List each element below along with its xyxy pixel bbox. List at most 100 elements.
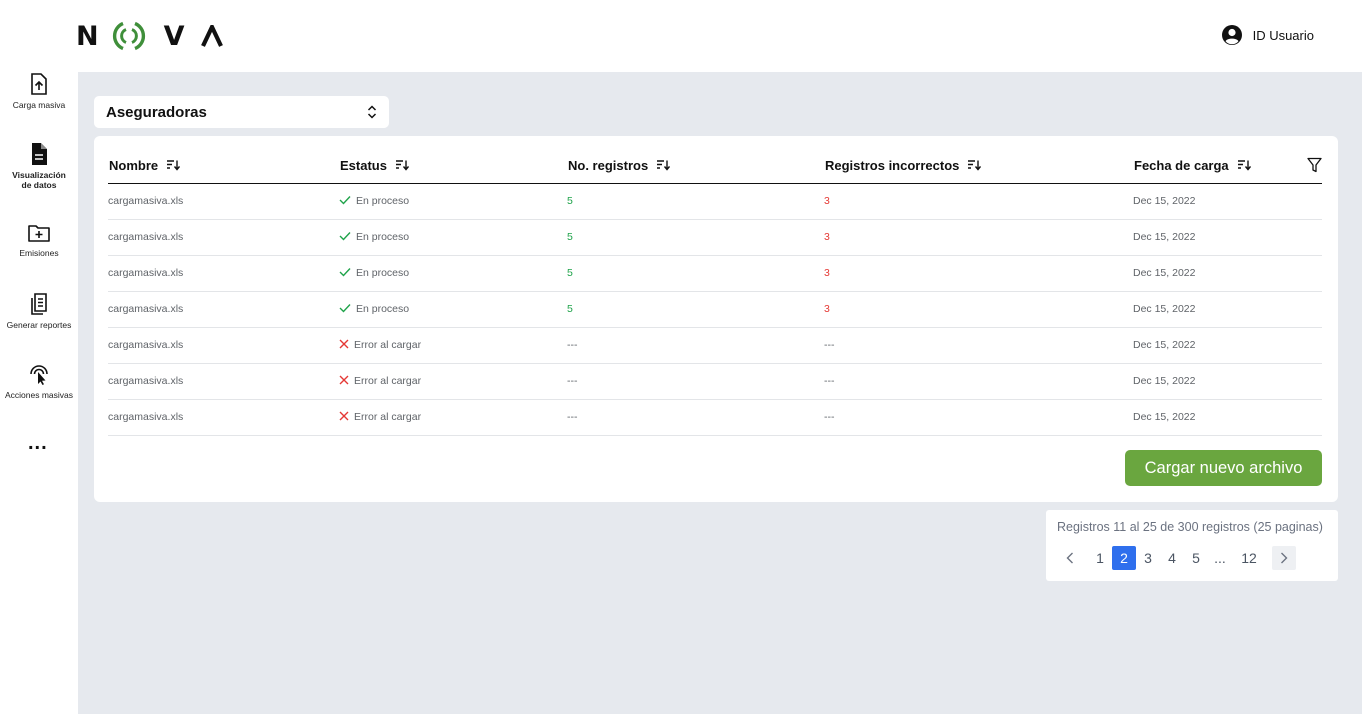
column-header-registros-incorrectos[interactable]: Registros incorrectos <box>824 150 1133 184</box>
file-name-cell: cargamasiva.xls <box>108 255 339 292</box>
upload-date-cell: Dec 15, 2022 <box>1133 363 1282 400</box>
sidebar-item-emisiones[interactable]: Emisiones <box>0 222 78 258</box>
status-cell: En proceso <box>339 291 567 328</box>
user-id-label: ID Usuario <box>1252 27 1314 43</box>
table-row[interactable]: cargamasiva.xls Error al cargar --- --- Dec … <box>108 363 1322 400</box>
status-cell: Error al cargar <box>339 327 567 364</box>
column-header-nombre[interactable]: Nombre <box>108 150 339 184</box>
sort-icon[interactable] <box>166 159 181 174</box>
user-menu[interactable]: ID Usuario <box>1221 24 1314 46</box>
row-spacer <box>1282 363 1322 400</box>
sidebar-item-generar-reportes[interactable]: Generar reportes <box>0 292 78 330</box>
incorrect-records-cell: --- <box>824 363 1133 400</box>
status-cell: En proceso <box>339 183 567 220</box>
status-label: En proceso <box>356 303 410 315</box>
sort-icon[interactable] <box>1237 159 1251 174</box>
row-spacer <box>1282 291 1322 328</box>
sort-icon[interactable] <box>656 159 671 174</box>
logo-lambda-icon <box>200 25 223 47</box>
error-x-icon <box>339 375 349 388</box>
records-cell: --- <box>567 399 824 436</box>
file-name-cell: cargamasiva.xls <box>108 363 339 400</box>
sort-icon[interactable] <box>967 159 982 174</box>
page-button[interactable]: 4 <box>1160 546 1184 570</box>
reports-icon <box>31 293 47 315</box>
status-label: Error al cargar <box>354 411 422 423</box>
table-row[interactable]: cargamasiva.xls Error al cargar --- --- Dec … <box>108 399 1322 436</box>
check-icon <box>339 195 351 208</box>
sort-icon[interactable] <box>395 159 410 174</box>
page-button[interactable]: 5 <box>1184 546 1208 570</box>
table-row[interactable]: cargamasiva.xls Error al cargar --- --- Dec … <box>108 327 1322 364</box>
sidebar-item-label: Visualización de datos <box>12 170 66 190</box>
table-row[interactable]: cargamasiva.xls En proceso 5 3 Dec 15, 2022 <box>108 219 1322 256</box>
more-options-icon[interactable]: ... <box>28 433 48 453</box>
column-header-estatus[interactable]: Estatus <box>339 150 567 184</box>
table-body: cargamasiva.xls En proceso 5 3 Dec 15, 2022 c… <box>108 183 1322 436</box>
file-name-cell: cargamasiva.xls <box>108 183 339 220</box>
pagination: Registros 11 al 25 de 300 registros (25 … <box>1046 510 1338 581</box>
filter-header <box>1282 150 1322 184</box>
files-table: Nombre Estatus No. registros Registros i… <box>108 150 1322 436</box>
insurer-select[interactable]: Aseguradoras <box>94 96 389 128</box>
page-button[interactable]: 2 <box>1112 546 1136 570</box>
logo-letter-v: V <box>163 20 185 52</box>
sidebar-item-visualizacion[interactable]: Visualización de datos <box>0 142 78 190</box>
table-row[interactable]: cargamasiva.xls En proceso 5 3 Dec 15, 2022 <box>108 183 1322 220</box>
sidebar-item-label: Emisiones <box>19 248 59 258</box>
sidebar-item-acciones-masivas[interactable]: Acciones masivas <box>0 362 78 400</box>
status-label: En proceso <box>356 231 410 243</box>
upload-date-cell: Dec 15, 2022 <box>1133 255 1282 292</box>
error-x-icon <box>339 339 349 352</box>
user-avatar-icon <box>1221 25 1242 45</box>
filter-icon[interactable] <box>1307 157 1322 176</box>
status-cell: En proceso <box>339 219 567 256</box>
status-cell: En proceso <box>339 255 567 292</box>
status-cell: Error al cargar <box>339 363 567 400</box>
sidebar-item-label: Carga masiva <box>12 100 66 110</box>
row-spacer <box>1282 399 1322 436</box>
table-header-row: Nombre Estatus No. registros Registros i… <box>108 150 1322 184</box>
file-name-cell: cargamasiva.xls <box>108 399 339 436</box>
table-row[interactable]: cargamasiva.xls En proceso 5 3 Dec 15, 2022 <box>108 255 1322 292</box>
page-button[interactable]: 1 <box>1088 546 1112 570</box>
records-cell: 5 <box>567 183 824 220</box>
previous-page-icon[interactable] <box>1058 546 1082 570</box>
upload-file-icon <box>31 73 47 95</box>
status-label: En proceso <box>356 267 410 279</box>
upload-date-cell: Dec 15, 2022 <box>1133 183 1282 220</box>
column-header-fecha-de-carga[interactable]: Fecha de carga <box>1133 150 1282 184</box>
incorrect-records-cell: 3 <box>824 219 1133 256</box>
logo-letter-n: N <box>76 20 99 52</box>
pagination-controls: 1 2 3 4 5... 12 <box>1058 546 1296 570</box>
records-cell: --- <box>567 363 824 400</box>
incorrect-records-cell: 3 <box>824 183 1133 220</box>
pagination-info: Registros 11 al 25 de 300 registros (25 … <box>1057 520 1323 534</box>
logo-ring-icon <box>112 21 145 51</box>
check-icon <box>339 303 351 316</box>
records-cell: --- <box>567 327 824 364</box>
status-cell: Error al cargar <box>339 399 567 436</box>
upload-date-cell: Dec 15, 2022 <box>1133 399 1282 436</box>
table-row[interactable]: cargamasiva.xls En proceso 5 3 Dec 15, 2022 <box>108 291 1322 328</box>
chevron-up-down-icon <box>367 105 377 119</box>
error-x-icon <box>339 411 349 424</box>
records-cell: 5 <box>567 219 824 256</box>
nova-logo[interactable]: N V <box>76 20 223 52</box>
row-spacer <box>1282 219 1322 256</box>
upload-date-cell: Dec 15, 2022 <box>1133 291 1282 328</box>
sidebar-item-carga-masiva[interactable]: Carga masiva <box>0 72 78 110</box>
check-icon <box>339 231 351 244</box>
file-name-cell: cargamasiva.xls <box>108 219 339 256</box>
insurer-select-value: Aseguradoras <box>106 103 207 121</box>
add-folder-icon <box>28 225 50 242</box>
upload-new-file-button[interactable]: Cargar nuevo archivo <box>1125 450 1322 486</box>
incorrect-records-cell: --- <box>824 399 1133 436</box>
records-cell: 5 <box>567 291 824 328</box>
page-button[interactable]: 3 <box>1136 546 1160 570</box>
files-card: Nombre Estatus No. registros Registros i… <box>94 136 1338 502</box>
incorrect-records-cell: 3 <box>824 255 1133 292</box>
page-button[interactable]: 12 <box>1236 546 1262 570</box>
next-page-icon[interactable] <box>1272 546 1296 570</box>
column-header-no-registros[interactable]: No. registros <box>567 150 824 184</box>
